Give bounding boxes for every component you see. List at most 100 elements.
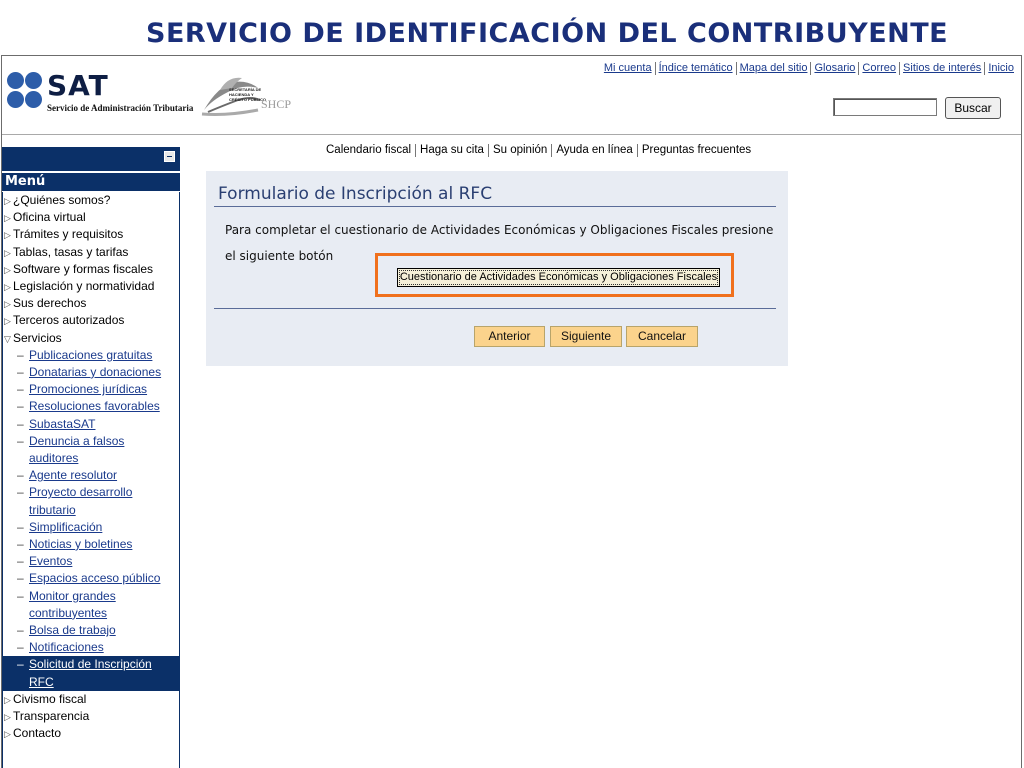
- link-indice-tematico[interactable]: Índice temático: [654, 62, 736, 75]
- sidebar-item-label: Transparencia: [13, 708, 90, 723]
- subitem-text: Espacios acceso público: [29, 570, 160, 587]
- link-mi-cuenta[interactable]: Mi cuenta: [601, 62, 655, 75]
- subitem-text: Resoluciones favorables: [29, 398, 160, 415]
- collapsed-arrow-icon: ▷: [4, 281, 11, 292]
- subitem-link[interactable]: Simplificación: [29, 520, 102, 534]
- subitem-text: Bolsa de trabajo: [29, 622, 116, 639]
- site-header: SAT Servicio de Administración Tributari…: [2, 56, 1021, 135]
- link-ayuda-en-linea[interactable]: Ayuda en línea: [551, 144, 637, 157]
- sidebar-subitem[interactable]: – Monitor grandes contribuyentes: [3, 588, 179, 622]
- sidebar-item[interactable]: ▷ Sus derechos: [3, 295, 179, 312]
- sidebar-item[interactable]: ▷ Tablas, tasas y tarifas: [3, 244, 179, 261]
- subitem-link[interactable]: auditores: [29, 451, 78, 465]
- search-input[interactable]: [833, 98, 937, 116]
- dash-icon: –: [17, 657, 24, 672]
- sidebar-subitem[interactable]: – Espacios acceso público: [3, 570, 179, 587]
- collapsed-arrow-icon: ▷: [4, 316, 11, 327]
- sidebar-subitem[interactable]: – Promociones jurídicas: [3, 381, 179, 398]
- link-haga-su-cita[interactable]: Haga su cita: [415, 144, 488, 157]
- subitem-text: Agente resolutor: [29, 467, 117, 484]
- dash-icon: –: [17, 519, 24, 534]
- sidebar-item[interactable]: ▷ Legislación y normatividad: [3, 278, 179, 295]
- subitem-text: Eventos: [29, 553, 72, 570]
- sat-logo[interactable]: SAT Servicio de Administración Tributari…: [7, 69, 202, 118]
- subitem-link[interactable]: Bolsa de trabajo: [29, 623, 116, 637]
- link-calendario-fiscal[interactable]: Calendario fiscal: [326, 144, 415, 157]
- subitem-link[interactable]: Agente resolutor: [29, 468, 117, 482]
- subitem-link[interactable]: Eventos: [29, 554, 72, 568]
- subitem-link[interactable]: Notificaciones: [29, 640, 104, 654]
- sidebar-item-label: Software y formas fiscales: [13, 261, 154, 276]
- subitem-text: Noticias y boletines: [29, 536, 132, 553]
- subitem-text: Promociones jurídicas: [29, 381, 147, 398]
- subitem-link[interactable]: contribuyentes: [29, 606, 107, 620]
- subitem-link[interactable]: Espacios acceso público: [29, 571, 160, 585]
- dash-icon: –: [17, 399, 24, 414]
- sidebar-header-bar: [2, 147, 180, 171]
- subitem-link[interactable]: Donatarias y donaciones: [29, 365, 161, 379]
- subitem-link[interactable]: Denuncia a falsos: [29, 434, 124, 448]
- sat-dots-icon: [7, 72, 43, 112]
- rfc-form-panel: Formulario de Inscripción al RFC Para co…: [206, 171, 788, 366]
- dash-icon: –: [17, 382, 24, 397]
- sidebar-subitem[interactable]: – Resoluciones favorables: [3, 398, 179, 415]
- subitem-link[interactable]: Proyecto desarrollo: [29, 485, 132, 499]
- subitem-link[interactable]: Promociones jurídicas: [29, 382, 147, 396]
- sidebar-item-servicios[interactable]: ▽ Servicios: [3, 330, 179, 347]
- sidebar-item[interactable]: ▷ ¿Quiénes somos?: [3, 192, 179, 209]
- subitem-link[interactable]: Resoluciones favorables: [29, 399, 160, 413]
- subitem-link[interactable]: Solicitud de Inscripción: [29, 657, 152, 671]
- link-su-opinion[interactable]: Su opinión: [487, 144, 551, 157]
- sidebar-subitem[interactable]: – Noticias y boletines: [3, 536, 179, 553]
- sidebar-subitem[interactable]: – Denuncia a falsos auditores: [3, 433, 179, 467]
- subitem-link[interactable]: tributario: [29, 503, 76, 517]
- sidebar-subitem[interactable]: – Publicaciones gratuitas: [3, 347, 179, 364]
- shcp-abbr: SHCP: [261, 97, 292, 111]
- sidebar-subitem[interactable]: – Solicitud de Inscripción RFC: [3, 656, 179, 691]
- link-inicio[interactable]: Inicio: [984, 62, 1017, 75]
- sidebar-item[interactable]: ▷ Terceros autorizados: [3, 312, 179, 329]
- collapse-icon[interactable]: [164, 151, 175, 162]
- subitem-text: Publicaciones gratuitas: [29, 347, 152, 364]
- sidebar-subitem[interactable]: – Notificaciones: [3, 639, 179, 656]
- link-mapa-del-sitio[interactable]: Mapa del sitio: [735, 62, 811, 75]
- dash-icon: –: [17, 640, 24, 655]
- sidebar-item[interactable]: ▷ Oficina virtual: [3, 209, 179, 226]
- sidebar-subitem[interactable]: – Donatarias y donaciones: [3, 364, 179, 381]
- link-sitios-de-interes[interactable]: Sitios de interés: [899, 62, 984, 75]
- search-button[interactable]: Buscar: [945, 97, 1001, 119]
- subitem-link[interactable]: RFC: [29, 675, 54, 689]
- sidebar-item[interactable]: ▷ Software y formas fiscales: [3, 261, 179, 278]
- sidebar-subitem[interactable]: – Simplificación: [3, 519, 179, 536]
- sidebar-item[interactable]: ▷ Transparencia: [3, 708, 179, 725]
- form-title: Formulario de Inscripción al RFC: [218, 184, 493, 204]
- subitem-link[interactable]: Noticias y boletines: [29, 537, 132, 551]
- collapsed-arrow-icon: ▷: [4, 729, 11, 740]
- questionnaire-button[interactable]: Cuestionario de Actividades Económicas y…: [397, 268, 720, 287]
- link-glosario[interactable]: Glosario: [810, 62, 858, 75]
- sidebar-item[interactable]: ▷ Contacto: [3, 725, 179, 742]
- subitem-link[interactable]: SubastaSAT: [29, 417, 95, 431]
- sidebar-subitem[interactable]: – SubastaSAT: [3, 416, 179, 433]
- dash-icon: –: [17, 433, 24, 448]
- subitem-text: Donatarias y donaciones: [29, 364, 161, 381]
- sidebar-subitem[interactable]: – Proyecto desarrollo tributario: [3, 484, 179, 518]
- sidebar-item[interactable]: ▷ Civismo fiscal: [3, 691, 179, 708]
- shcp-logo[interactable]: SECRETARÍA DE HACIENDA Y CRÉDITO PÚBLICO…: [198, 70, 291, 120]
- sidebar-subitem[interactable]: – Agente resolutor: [3, 467, 179, 484]
- previous-button[interactable]: Anterior: [474, 326, 545, 347]
- subitem-link[interactable]: Monitor grandes: [29, 589, 116, 603]
- menu-title: Menú: [2, 173, 180, 191]
- subitem-link[interactable]: Publicaciones gratuitas: [29, 348, 152, 362]
- collapsed-arrow-icon: ▷: [4, 264, 11, 275]
- next-button[interactable]: Siguiente: [550, 326, 622, 347]
- link-correo[interactable]: Correo: [858, 62, 899, 75]
- cancel-button[interactable]: Cancelar: [626, 326, 698, 347]
- dash-icon: –: [17, 588, 24, 603]
- sidebar-subitem[interactable]: – Bolsa de trabajo: [3, 622, 179, 639]
- collapsed-arrow-icon: ▷: [4, 694, 11, 705]
- sidebar-item[interactable]: ▷ Trámites y requisitos: [3, 226, 179, 243]
- sidebar-item-label: Civismo fiscal: [13, 691, 87, 706]
- sidebar-subitem[interactable]: – Eventos: [3, 553, 179, 570]
- link-preguntas-frecuentes[interactable]: Preguntas frecuentes: [636, 144, 755, 157]
